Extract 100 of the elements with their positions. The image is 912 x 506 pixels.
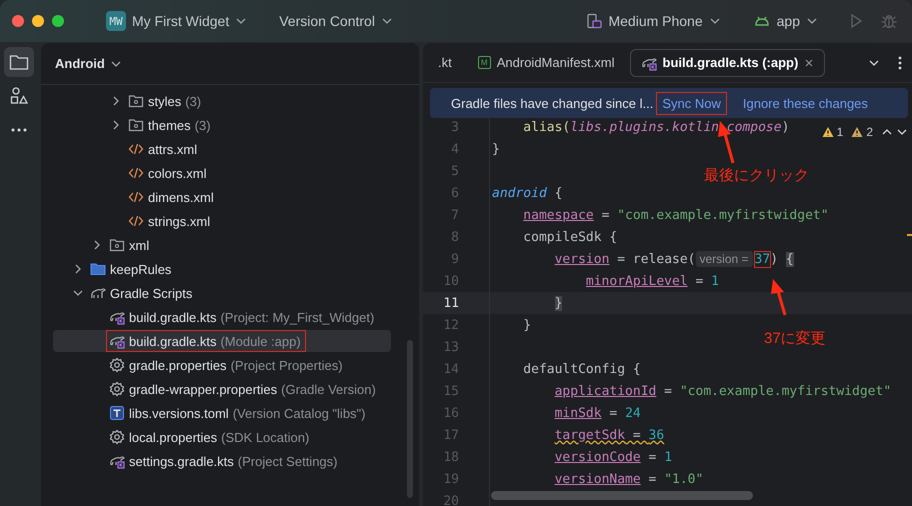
banner-link[interactable]: Sync Now [657, 92, 726, 114]
highlight-frame: build.gradle.kts (Module :app) [107, 331, 305, 351]
line-number: 19 [442, 472, 460, 486]
line-number: 18 [442, 450, 460, 464]
tree-item[interactable]: colors.xml [53, 162, 391, 184]
line-number: 8 [450, 230, 460, 244]
tree-item[interactable]: keepRules [53, 258, 391, 280]
scrollbar[interactable] [491, 491, 753, 500]
project-menu[interactable]: MW My First Widget [98, 7, 256, 35]
warning-marker [907, 234, 912, 236]
android-icon [752, 14, 771, 28]
item-detail: (Version Catalog "libs") [232, 406, 366, 420]
minimize-button[interactable] [32, 15, 44, 27]
code-line[interactable]: version = release( version = 37) { [554, 252, 794, 266]
chevron-up-icon[interactable] [881, 127, 893, 137]
code-file-icon [128, 213, 144, 229]
code-file-icon [128, 189, 144, 205]
close-button[interactable] [12, 15, 24, 27]
item-detail: (Project: My_First_Widget) [220, 310, 374, 324]
tree-item[interactable]: attrs.xml [53, 138, 391, 160]
close-icon[interactable] [804, 58, 814, 68]
item-detail: (3) [194, 118, 211, 132]
tree-item[interactable]: xml [53, 234, 391, 256]
code-line[interactable]: versionName = "1.0" [554, 472, 704, 486]
folder-icon [90, 261, 106, 277]
warning-icon[interactable] [822, 126, 834, 138]
editor-tab[interactable]: M AndroidManifest.xml [466, 49, 626, 76]
device-menu[interactable]: Medium Phone [578, 9, 729, 33]
tree-item[interactable]: strings.xml [53, 210, 391, 232]
manifest-badge: M [478, 56, 491, 69]
toml-file-icon [109, 405, 125, 421]
folder-icon [128, 93, 144, 109]
more-icon[interactable] [10, 127, 28, 133]
banner-message: Gradle files have changed since l... [451, 96, 654, 110]
editor-tab[interactable]: .kt [427, 49, 463, 76]
warning-count: 2 [866, 125, 873, 139]
tree-item[interactable]: settings.gradle.kts (Project Settings) [53, 450, 391, 472]
tree-item[interactable]: Gradle Scripts [53, 282, 391, 304]
code-line[interactable]: } [523, 318, 532, 332]
tree-item[interactable]: build.gradle.kts (Project: My_First_Widget) [53, 306, 391, 328]
line-number: 15 [442, 384, 460, 398]
item-detail: (Module :app) [220, 334, 301, 348]
chevron-down-icon[interactable] [896, 127, 908, 137]
code-line[interactable]: } [492, 142, 500, 156]
code-line[interactable]: compileSdk { [523, 230, 618, 244]
code-line[interactable]: android { [492, 186, 562, 200]
line-number: 5 [450, 164, 460, 178]
code-line[interactable]: targetSdk = 36 [554, 428, 664, 442]
device-icon [586, 13, 602, 29]
tree-item[interactable]: gradle-wrapper.properties (Gradle Version) [53, 378, 391, 400]
tree-item[interactable]: dimens.xml [53, 186, 391, 208]
code-line[interactable]: versionCode = 1 [554, 450, 672, 464]
item-detail: (Gradle Version) [281, 382, 376, 396]
line-number: 11 [442, 296, 460, 310]
tree-item[interactable]: styles (3) [53, 90, 391, 112]
tree-item[interactable]: themes (3) [53, 114, 391, 136]
more-icon[interactable] [898, 56, 902, 70]
view-selector[interactable]: Android [49, 55, 128, 72]
version-control-menu[interactable]: Version Control [271, 9, 401, 33]
scrollbar[interactable] [407, 340, 413, 498]
item-detail: (SDK Location) [221, 430, 310, 444]
line-number: 20 [442, 494, 460, 506]
line-number: 16 [442, 406, 460, 420]
editor-tab[interactable]: build.gradle.kts (:app) [630, 48, 826, 76]
line-number: 13 [442, 340, 460, 354]
gear-icon [109, 357, 125, 373]
code-file-icon [128, 165, 144, 181]
tree-item[interactable]: gradle.properties (Project Properties) [53, 354, 391, 376]
line-number: 3 [450, 120, 460, 134]
code-line[interactable]: namespace = "com.example.myfirstwidget" [523, 208, 829, 222]
project-badge: MW [106, 11, 126, 31]
code-line[interactable]: minorApiLevel = 1 [586, 274, 719, 288]
warning-count: 1 [836, 125, 844, 139]
folder-icon [109, 237, 125, 253]
line-number: 12 [442, 318, 460, 332]
maximize-button[interactable] [52, 15, 64, 27]
tree-item[interactable]: local.properties (SDK Location) [53, 426, 391, 448]
tree-item[interactable]: build.gradle.kts (Module :app) [53, 330, 391, 352]
code-line[interactable]: minSdk = 24 [554, 406, 641, 420]
line-number: 17 [442, 428, 460, 442]
gear-icon [109, 429, 125, 445]
code-line[interactable]: applicationId = "com.example.myfirstwidget" [554, 384, 892, 398]
code-line[interactable]: defaultConfig { [523, 362, 641, 376]
item-detail: (Project Properties) [230, 358, 343, 372]
line-number: 6 [450, 186, 460, 200]
item-detail: (3) [185, 94, 202, 108]
item-detail: (Project Settings) [238, 454, 338, 468]
line-number: 7 [450, 208, 460, 222]
shapes-icon[interactable] [8, 86, 28, 106]
run-config-menu[interactable]: app [744, 9, 826, 33]
gear-icon [109, 381, 125, 397]
line-number: 14 [442, 362, 460, 376]
folder-icon [128, 117, 144, 133]
banner-link[interactable]: Ignore these changes [738, 92, 873, 114]
project-tool-button[interactable] [4, 47, 34, 77]
annotation-text: 37に変更 [764, 329, 826, 348]
line-number: 4 [450, 142, 460, 156]
tree-item[interactable]: libs.versions.toml (Version Catalog "libs") [53, 402, 391, 424]
line-number: 10 [442, 274, 460, 288]
warning-icon[interactable] [851, 126, 864, 138]
